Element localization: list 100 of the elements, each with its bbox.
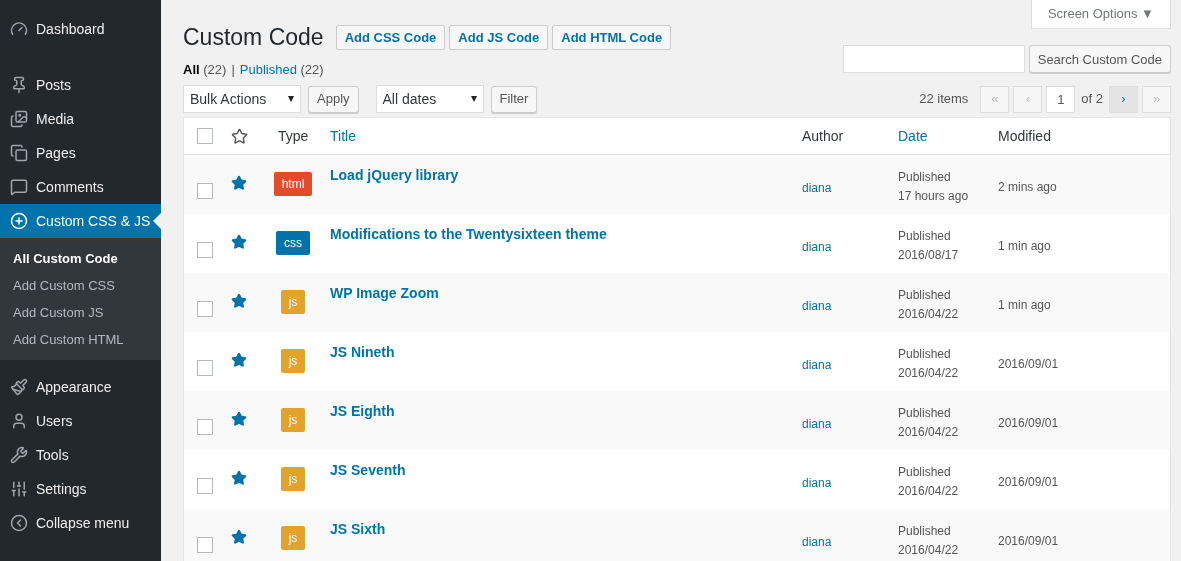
sidebar-item[interactable]: Posts <box>0 68 161 102</box>
sliders-icon <box>10 480 28 498</box>
add-code-button[interactable]: Add CSS Code <box>335 24 446 50</box>
sidebar-item[interactable]: Media <box>0 102 161 136</box>
sidebar-item[interactable]: Comments <box>0 170 161 204</box>
modified-date: 1 min ago <box>998 298 1051 312</box>
type-badge: js <box>280 408 306 432</box>
modified-date: 1 min ago <box>998 239 1051 253</box>
views-separator: | <box>231 60 235 79</box>
sidebar-item[interactable]: Pages <box>0 136 161 170</box>
author-link[interactable]: diana <box>802 476 832 490</box>
page-title: Custom Code <box>183 23 324 52</box>
submenu-item[interactable]: Add Custom CSS <box>0 272 161 299</box>
sidebar-item[interactable]: Tools <box>0 438 161 472</box>
page-total: of 2 <box>1081 90 1103 109</box>
add-code-button[interactable]: Add HTML Code <box>552 24 672 50</box>
row-checkbox[interactable] <box>197 537 213 553</box>
selection-pointer <box>153 213 161 229</box>
author-link[interactable]: diana <box>802 240 832 254</box>
modified-date: 2 mins ago <box>998 180 1057 194</box>
type-badge: js <box>280 526 306 550</box>
publish-date: 2016/04/22 <box>898 483 960 500</box>
type-badge: js <box>280 290 306 314</box>
star-icon[interactable] <box>231 293 247 309</box>
bulk-actions-select[interactable]: Bulk Actions <box>183 85 301 113</box>
publish-status: Published <box>898 464 952 481</box>
publish-date: 17 hours ago <box>898 188 970 205</box>
search-field[interactable] <box>842 45 1025 74</box>
items-count: 22 items <box>919 90 969 109</box>
star-icon[interactable] <box>231 470 247 486</box>
row-checkbox[interactable] <box>197 360 213 376</box>
column-header: Type <box>278 127 309 144</box>
page-number-field[interactable]: 1 <box>1046 85 1076 113</box>
code-title-link[interactable]: JS Sixth <box>330 521 386 537</box>
publish-date: 2016/04/22 <box>898 424 960 441</box>
column-header: Author <box>802 127 844 144</box>
code-title-link[interactable]: WP Image Zoom <box>330 285 439 301</box>
gauge-icon <box>10 20 28 38</box>
star-icon[interactable] <box>231 529 247 545</box>
submenu-item[interactable]: Add Custom HTML <box>0 326 161 353</box>
sidebar-item[interactable]: Appearance <box>0 370 161 404</box>
publish-date: 2016/08/17 <box>898 247 960 264</box>
modified-date: 2016/09/01 <box>998 534 1059 548</box>
pin-icon <box>10 76 28 94</box>
code-title-link[interactable]: JS Eighth <box>330 403 395 419</box>
type-badge: css <box>276 231 310 255</box>
view-filter-link[interactable]: All (22) <box>183 59 227 79</box>
publish-date: 2016/04/22 <box>898 542 960 559</box>
modified-date: 2016/09/01 <box>998 475 1059 489</box>
submenu-item[interactable]: All Custom Code <box>0 245 161 272</box>
view-filter-link[interactable]: Published (22) <box>239 59 324 79</box>
row-checkbox[interactable] <box>197 183 213 199</box>
dropdown-arrow-icon <box>288 96 294 102</box>
sidebar-item[interactable]: Dashboard <box>0 12 161 46</box>
publish-status: Published <box>898 287 952 304</box>
row-checkbox[interactable] <box>197 242 213 258</box>
pagination-button[interactable]: › <box>1109 85 1138 113</box>
add-code-button[interactable]: Add JS Code <box>449 24 549 50</box>
filter-button[interactable]: Filter <box>490 85 538 113</box>
publish-status: Published <box>898 346 952 363</box>
author-link[interactable]: diana <box>802 535 832 549</box>
screen-options-button[interactable]: Screen Options ▼ <box>1030 0 1171 29</box>
star-icon <box>230 127 248 145</box>
author-link[interactable]: diana <box>802 181 832 195</box>
publish-date: 2016/04/22 <box>898 365 960 382</box>
date-select[interactable]: All dates <box>375 85 484 113</box>
code-title-link[interactable]: JS Nineth <box>330 344 395 360</box>
star-icon[interactable] <box>231 411 247 427</box>
plus-circle-icon <box>10 212 28 230</box>
sidebar-item[interactable]: Collapse menu <box>0 506 161 540</box>
type-badge: html <box>273 172 313 196</box>
search-button[interactable]: Search Custom Code <box>1028 45 1171 74</box>
modified-date: 2016/09/01 <box>998 357 1059 371</box>
sidebar-item[interactable]: Users <box>0 404 161 438</box>
publish-status: Published <box>898 405 952 422</box>
code-title-link[interactable]: JS Seventh <box>330 462 406 478</box>
row-checkbox[interactable] <box>197 301 213 317</box>
pages-icon <box>10 144 28 162</box>
publish-status: Published <box>898 523 952 540</box>
apply-button[interactable]: Apply <box>308 85 359 113</box>
star-icon[interactable] <box>231 352 247 368</box>
star-icon[interactable] <box>231 234 247 250</box>
sidebar-item[interactable]: Custom CSS & JS <box>0 204 161 238</box>
publish-status: Published <box>898 228 952 245</box>
sidebar-item[interactable]: Settings <box>0 472 161 506</box>
select-all-checkbox[interactable] <box>197 128 213 144</box>
row-checkbox[interactable] <box>197 419 213 435</box>
row-checkbox[interactable] <box>197 478 213 494</box>
author-link[interactable]: diana <box>802 358 832 372</box>
author-link[interactable]: diana <box>802 299 832 313</box>
column-header[interactable]: Title <box>330 127 356 144</box>
code-title-link[interactable]: Modifications to the Twentysixteen theme <box>330 226 607 242</box>
submenu-item[interactable]: Add Custom JS <box>0 299 161 326</box>
publish-date: 2016/04/22 <box>898 306 960 323</box>
column-header[interactable]: Date <box>898 127 928 144</box>
code-title-link[interactable]: Load jQuery library <box>330 167 459 183</box>
publish-status: Published <box>898 169 952 186</box>
author-link[interactable]: diana <box>802 417 832 431</box>
wrench-icon <box>10 446 28 464</box>
star-icon[interactable] <box>231 175 247 191</box>
